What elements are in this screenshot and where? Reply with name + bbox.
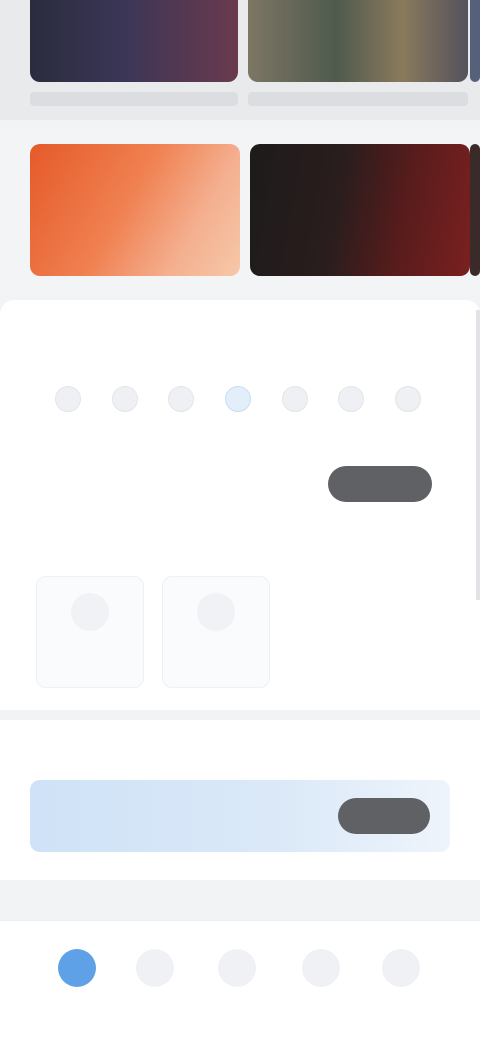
checkin-day[interactable] <box>275 360 315 440</box>
day-name <box>275 360 315 378</box>
checkin-day[interactable] <box>331 360 371 440</box>
scroll-indicator <box>476 310 480 600</box>
day-name <box>105 360 145 378</box>
top-media-strip <box>0 0 480 120</box>
thumbnail-caption <box>30 92 238 106</box>
task-icon <box>197 593 235 631</box>
create-icon <box>218 949 256 987</box>
coin-icon <box>224 386 251 412</box>
checkin-day[interactable] <box>388 360 428 440</box>
coin-icon <box>168 386 195 412</box>
day-name <box>331 360 371 378</box>
day-name <box>161 360 201 378</box>
media-thumbnail[interactable] <box>248 0 468 82</box>
gift-icon <box>394 386 421 412</box>
coin-icon <box>281 386 308 412</box>
home-icon <box>58 949 96 987</box>
message-icon <box>302 949 340 987</box>
nav-item-messages[interactable] <box>286 949 356 993</box>
media-thumbnail-partial[interactable] <box>470 0 480 82</box>
task-tile[interactable] <box>162 576 270 688</box>
checkin-action-row <box>48 466 432 502</box>
nav-item-profile[interactable] <box>366 949 436 993</box>
day-name <box>218 360 258 378</box>
bottom-navigation <box>0 920 480 1040</box>
profile-icon <box>382 949 420 987</box>
membership-open-button[interactable] <box>338 798 430 834</box>
task-icon <box>71 593 109 631</box>
checkin-day[interactable] <box>105 360 145 440</box>
nav-item-discover[interactable] <box>120 949 190 993</box>
task-tile[interactable] <box>36 576 144 688</box>
day-name <box>48 360 88 378</box>
checkin-day[interactable] <box>48 360 88 440</box>
coin-icon <box>55 386 81 412</box>
promo-banner[interactable] <box>250 144 470 276</box>
promo-banner[interactable] <box>30 144 240 276</box>
promo-banner-partial[interactable] <box>470 144 480 276</box>
media-thumbnail[interactable] <box>30 0 238 82</box>
membership-promo-bar[interactable] <box>30 780 450 852</box>
checkin-calendar <box>48 360 428 440</box>
discover-icon <box>136 949 174 987</box>
thumbnail-caption <box>248 92 468 106</box>
coin-icon <box>338 386 365 412</box>
day-name <box>388 360 428 378</box>
banner-carousel <box>0 130 480 290</box>
checkin-day-current[interactable] <box>218 360 258 440</box>
checkin-button[interactable] <box>328 466 432 502</box>
nav-item-create[interactable] <box>202 949 272 993</box>
nav-item-home[interactable] <box>42 949 112 993</box>
checkin-day[interactable] <box>161 360 201 440</box>
coin-icon <box>111 386 138 412</box>
